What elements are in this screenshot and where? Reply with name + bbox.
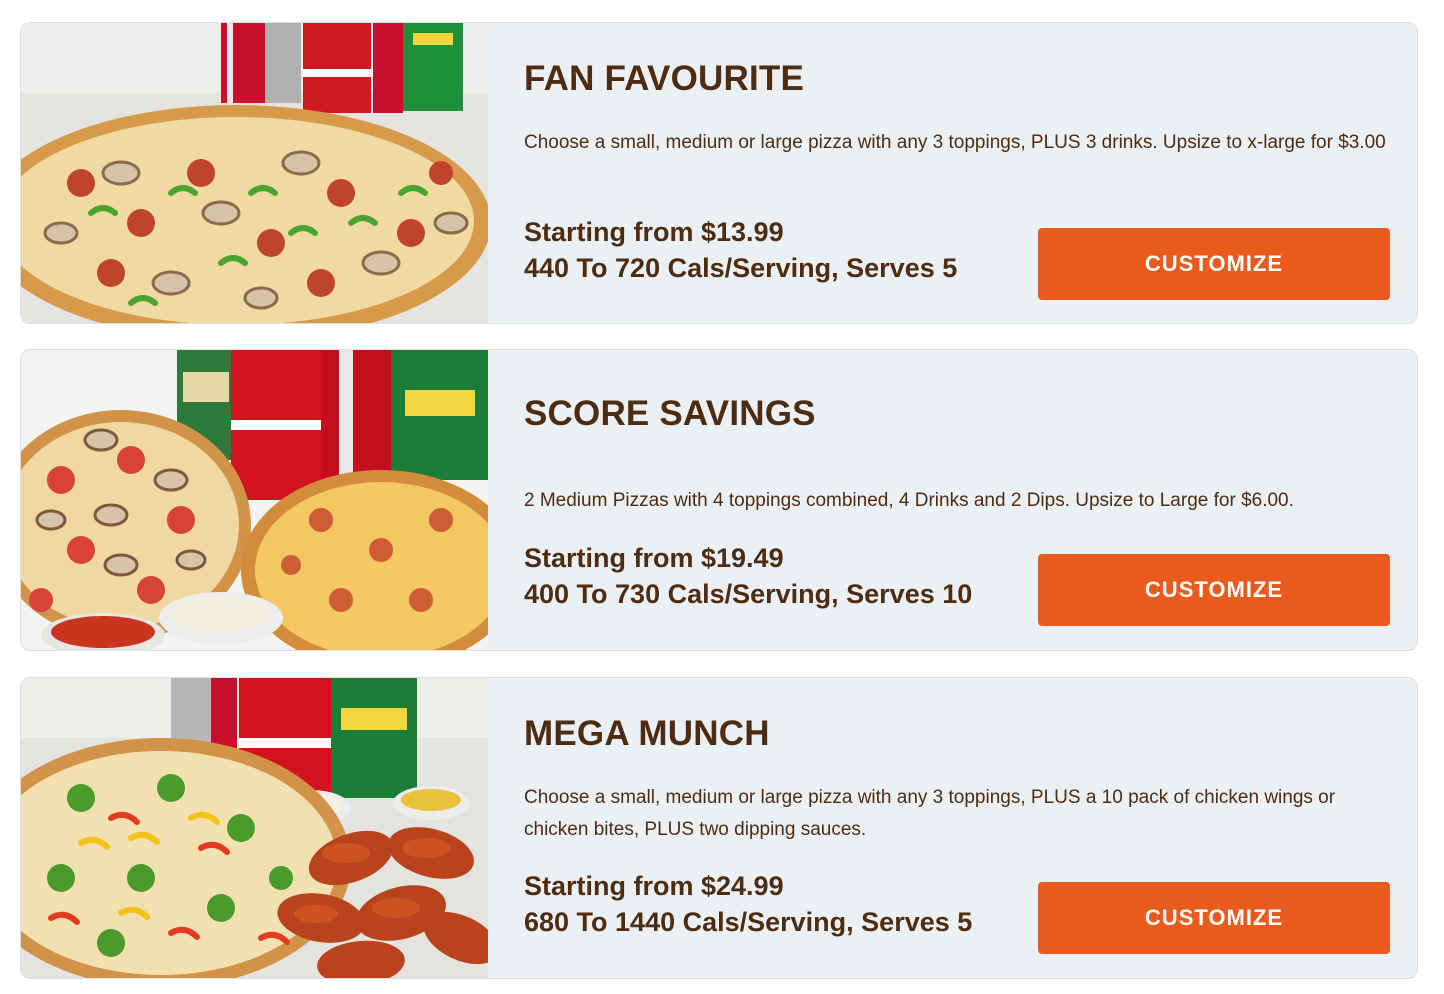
deal-description: Choose a small, medium or large pizza wi… — [524, 132, 1386, 153]
customize-button[interactable]: CUSTOMIZE — [1038, 228, 1390, 300]
deal-price: Starting from $13.99 — [524, 217, 784, 247]
deal-price: Starting from $24.99 — [524, 871, 784, 901]
deal-title: SCORE SAVINGS — [524, 394, 816, 433]
deal-list: FAN FAVOURITE Choose a small, medium or … — [0, 0, 1444, 994]
deal-description: 2 Medium Pizzas with 4 toppings combined… — [524, 490, 1294, 511]
deal-description: Choose a small, medium or large pizza wi… — [524, 787, 1336, 840]
deal-title: FAN FAVOURITE — [524, 59, 805, 98]
deal-title: MEGA MUNCH — [524, 714, 770, 753]
pizza-with-drinks-image — [21, 23, 488, 323]
deal-card-score-savings: SCORE SAVINGS 2 Medium Pizzas with 4 top… — [20, 349, 1418, 651]
deal-calories: 680 To 1440 Cals/Serving, Serves 5 — [524, 907, 973, 937]
customize-button[interactable]: CUSTOMIZE — [1038, 882, 1390, 954]
deal-card-fan-favourite: FAN FAVOURITE Choose a small, medium or … — [20, 22, 1418, 324]
customize-button[interactable]: CUSTOMIZE — [1038, 554, 1390, 626]
deal-calories: 440 To 720 Cals/Serving, Serves 5 — [524, 253, 958, 283]
deal-card-mega-munch: MEGA MUNCH Choose a small, medium or lar… — [20, 677, 1418, 979]
deal-calories: 400 To 730 Cals/Serving, Serves 10 — [524, 579, 973, 609]
pizza-wings-drinks-image — [21, 678, 488, 978]
two-pizzas-drinks-dips-image — [21, 350, 488, 650]
deal-price: Starting from $19.49 — [524, 543, 784, 573]
